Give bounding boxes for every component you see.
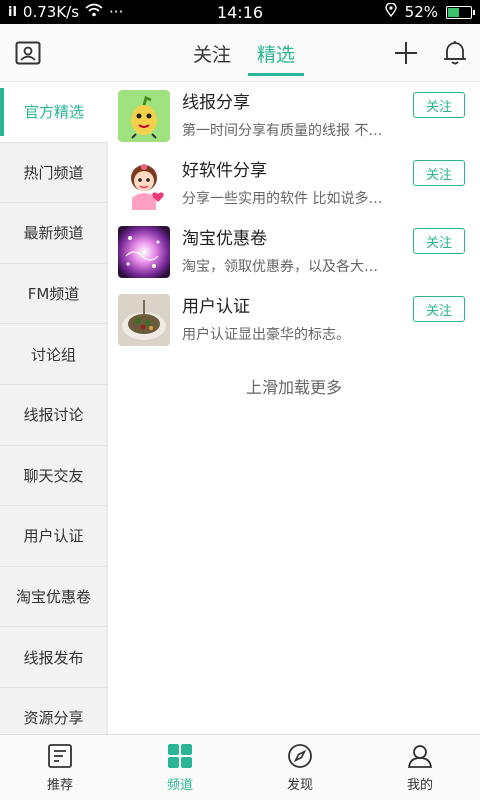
nav-channels[interactable]: 频道 [120, 735, 240, 800]
nav-discover[interactable]: 发现 [240, 735, 360, 800]
sidebar-item-resource-sharing[interactable]: 资源分享 [0, 687, 108, 734]
channel-thumbnail [118, 226, 170, 278]
wifi-icon [85, 3, 103, 21]
channel-description: 第一时间分享有质量的线报 不… [182, 123, 383, 139]
nav-mine[interactable]: 我的 [360, 735, 480, 800]
list-item[interactable]: 好软件分享 分享一些实用的软件 比如说多… 关注 [108, 150, 480, 218]
battery-percent: 52% [404, 3, 438, 21]
channel-description: 分享一些实用的软件 比如说多… [182, 191, 383, 207]
nav-recommend[interactable]: 推荐 [0, 735, 120, 800]
sidebar-item-hot-channels[interactable]: 热门频道 [0, 142, 108, 204]
channel-category-sidebar: 官方精选 热门频道 最新频道 FM频道 讨论组 线报讨论 聊天交友 用户认证 淘… [0, 82, 108, 734]
load-more-hint: 上滑加载更多 [245, 378, 342, 397]
channel-thumbnail [118, 294, 170, 346]
channel-list: 线报分享 第一时间分享有质量的线报 不… 关注 好软件分享 分享一些实用的软件 … [108, 82, 480, 734]
sidebar-item-fm-channels[interactable]: FM频道 [0, 263, 108, 325]
nav-label: 发现 [286, 778, 313, 793]
channel-description: 淘宝，领取优惠券，以及各大… [182, 259, 378, 275]
follow-button[interactable]: 关注 [413, 160, 465, 186]
sidebar-item-discussion-groups[interactable]: 讨论组 [0, 324, 108, 385]
channel-title: 好软件分享 [182, 161, 267, 181]
channel-title: 用户认证 [182, 297, 250, 317]
profile-card-icon[interactable] [12, 37, 44, 69]
feed-tabs: 关注 精选 [180, 24, 308, 82]
plus-icon[interactable] [390, 37, 422, 69]
sidebar-item-deal-posting[interactable]: 线报发布 [0, 627, 108, 688]
top-header: 关注 精选 [0, 24, 480, 82]
battery-fill [448, 7, 460, 17]
status-bar: il 0.73K/s ··· 14:16 52% [0, 0, 480, 24]
bell-icon[interactable] [439, 37, 471, 69]
sidebar-item-deal-discussion[interactable]: 线报讨论 [0, 384, 108, 446]
nav-label: 我的 [406, 778, 433, 793]
bottom-navigation: 推荐 频道 发现 我的 [0, 734, 480, 800]
tab-following[interactable]: 关注 [180, 24, 244, 82]
sidebar-item-official-picks[interactable]: 官方精选 [0, 82, 108, 143]
channel-thumbnail [118, 158, 170, 210]
sidebar-item-new-channels[interactable]: 最新频道 [0, 203, 108, 264]
compass-icon [286, 742, 314, 770]
signal-icon: il [8, 4, 17, 20]
channels-grid-icon [166, 742, 194, 770]
recommend-icon [46, 742, 74, 770]
location-icon [384, 2, 397, 21]
person-icon [406, 742, 434, 770]
sidebar-item-chat-friends[interactable]: 聊天交友 [0, 445, 108, 507]
channel-title: 淘宝优惠卷 [182, 229, 267, 249]
list-item[interactable]: 淘宝优惠卷 淘宝，领取优惠券，以及各大… 关注 [108, 218, 480, 286]
follow-button[interactable]: 关注 [413, 92, 465, 118]
channel-thumbnail [118, 90, 170, 142]
tab-featured[interactable]: 精选 [244, 24, 308, 82]
battery-icon [446, 5, 475, 19]
follow-button[interactable]: 关注 [413, 228, 465, 254]
channel-description: 用户认证显出豪华的标志。 [182, 327, 350, 343]
list-item[interactable]: 用户认证 用户认证显出豪华的标志。 关注 [108, 286, 480, 354]
nav-label: 频道 [166, 778, 193, 793]
sidebar-item-taobao-coupons[interactable]: 淘宝优惠卷 [0, 566, 108, 628]
more-notifications-icon: ··· [109, 3, 124, 21]
sidebar-item-user-verification[interactable]: 用户认证 [0, 506, 108, 567]
list-item[interactable]: 线报分享 第一时间分享有质量的线报 不… 关注 [108, 82, 480, 150]
network-speed: 0.73K/s [22, 3, 80, 21]
channel-title: 线报分享 [182, 93, 250, 113]
nav-label: 推荐 [46, 778, 73, 793]
follow-button[interactable]: 关注 [413, 296, 465, 322]
